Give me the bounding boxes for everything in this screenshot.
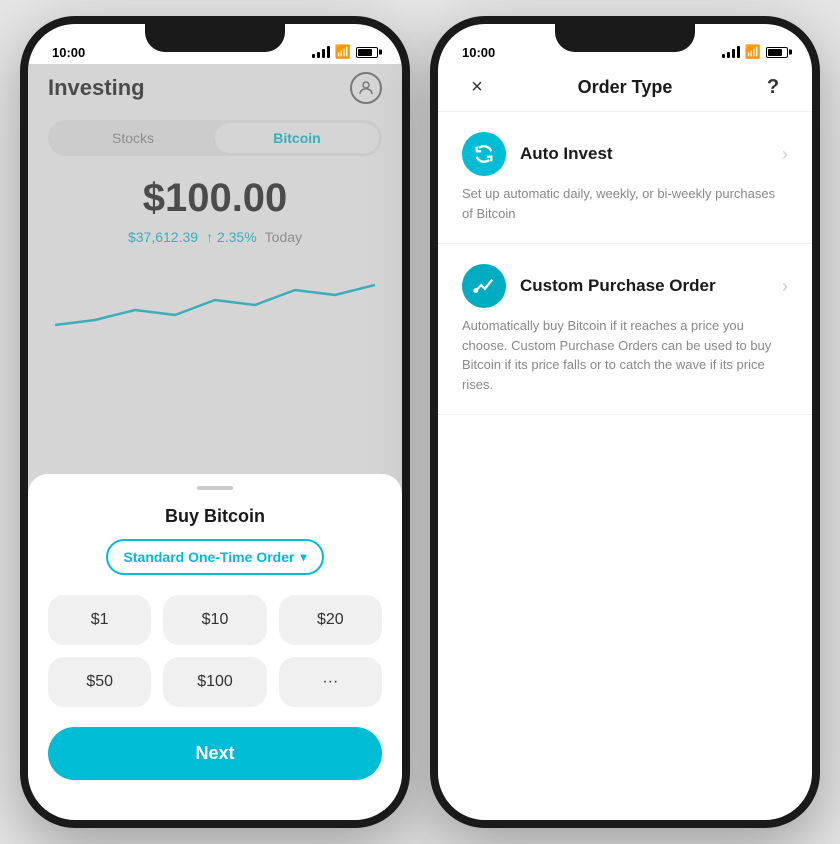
status-bar-left: 10:00 📶 bbox=[28, 32, 402, 64]
status-icons-right: 📶 bbox=[722, 44, 788, 60]
next-button[interactable]: Next bbox=[48, 727, 382, 780]
battery-icon-right bbox=[766, 47, 788, 58]
amount-chip-2[interactable]: $10 bbox=[163, 595, 266, 645]
custom-purchase-icon bbox=[462, 264, 506, 308]
amount-chip-5[interactable]: $100 bbox=[163, 657, 266, 707]
custom-purchase-chevron: › bbox=[782, 276, 788, 297]
screen-content-left: Investing Stocks Bitcoin $100.00 $37,612… bbox=[28, 64, 402, 810]
auto-invest-chevron: › bbox=[782, 144, 788, 165]
order-type-label: Standard One-Time Order bbox=[124, 549, 295, 565]
order-type-header: × Order Type ? bbox=[438, 64, 812, 112]
auto-invest-option[interactable]: Auto Invest › Set up automatic daily, we… bbox=[438, 112, 812, 244]
custom-purchase-option[interactable]: Custom Purchase Order › Automatically bu… bbox=[438, 244, 812, 415]
auto-invest-desc: Set up automatic daily, weekly, or bi-we… bbox=[462, 184, 788, 223]
bottom-sheet: Buy Bitcoin Standard One-Time Order ▾ $1… bbox=[28, 474, 402, 810]
status-bar-right: 10:00 📶 bbox=[438, 32, 812, 64]
amount-grid: $1 $10 $20 $50 $100 ··· bbox=[48, 595, 382, 707]
amount-chip-3[interactable]: $20 bbox=[279, 595, 382, 645]
dropdown-icon: ▾ bbox=[300, 550, 306, 564]
signal-icon bbox=[312, 46, 330, 58]
amount-chip-more[interactable]: ··· bbox=[279, 657, 382, 707]
battery-icon bbox=[356, 47, 378, 58]
screen-content-right: × Order Type ? Auto Invest › Set up au bbox=[438, 64, 812, 810]
help-button[interactable]: ? bbox=[758, 76, 788, 99]
signal-icon-right bbox=[722, 46, 740, 58]
order-type-button[interactable]: Standard One-Time Order ▾ bbox=[106, 539, 325, 575]
order-type-title: Order Type bbox=[578, 77, 673, 98]
sheet-handle bbox=[197, 486, 233, 490]
wifi-icon: 📶 bbox=[335, 44, 351, 60]
custom-purchase-left: Custom Purchase Order bbox=[462, 264, 716, 308]
custom-purchase-desc: Automatically buy Bitcoin if it reaches … bbox=[462, 316, 788, 394]
sheet-title: Buy Bitcoin bbox=[48, 506, 382, 527]
time-right: 10:00 bbox=[462, 45, 495, 60]
auto-invest-label: Auto Invest bbox=[520, 144, 613, 164]
time-left: 10:00 bbox=[52, 45, 85, 60]
custom-purchase-label: Custom Purchase Order bbox=[520, 276, 716, 296]
close-button[interactable]: × bbox=[462, 76, 492, 99]
auto-invest-icon bbox=[462, 132, 506, 176]
custom-purchase-row: Custom Purchase Order › bbox=[462, 264, 788, 308]
auto-invest-row: Auto Invest › bbox=[462, 132, 788, 176]
right-phone: 10:00 📶 × Order Type ? bbox=[430, 16, 820, 828]
wifi-icon-right: 📶 bbox=[745, 44, 761, 60]
amount-chip-1[interactable]: $1 bbox=[48, 595, 151, 645]
left-phone: 10:00 📶 Investing Stocks Bitcoin bbox=[20, 16, 410, 828]
amount-chip-4[interactable]: $50 bbox=[48, 657, 151, 707]
status-icons-left: 📶 bbox=[312, 44, 378, 60]
auto-invest-left: Auto Invest bbox=[462, 132, 613, 176]
